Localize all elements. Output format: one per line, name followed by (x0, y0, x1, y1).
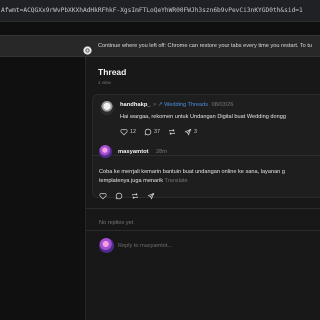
reply-actions (99, 192, 163, 200)
post-username[interactable]: handhakp_ (120, 102, 151, 108)
chrome-icon (83, 42, 92, 55)
reply-text-line2: templatenya juga menarik Translate (99, 178, 188, 184)
composer-divider (86, 230, 320, 231)
reply-username[interactable]: masyamtot (118, 149, 149, 155)
repost-icon (169, 129, 175, 135)
composer-avatar (99, 238, 114, 253)
post-actions: 12 37 3 (120, 128, 205, 136)
share-button[interactable]: 3 (184, 128, 197, 136)
share-icon (184, 128, 192, 136)
reply-text-line1: Coba ke merrjali kemarin bantuin buat un… (99, 169, 285, 175)
post-date: 08/03/26 (211, 102, 234, 108)
restore-message: Continue where you left off: Chrome can … (98, 43, 313, 49)
topic-arrow-icon: ↗ (157, 102, 163, 108)
reply-time: 28m (156, 149, 167, 155)
share-count: 3 (194, 129, 197, 135)
topic-separator: > (153, 102, 157, 108)
share-icon (147, 192, 155, 200)
post-text: Hai wargaa, rekomen untuk Undangan Digit… (120, 114, 286, 120)
reply-avatar[interactable] (99, 145, 112, 158)
reply-like-button[interactable] (99, 192, 107, 200)
translate-link[interactable]: Translate (165, 178, 188, 184)
heart-icon (99, 193, 107, 200)
address-bar[interactable]: Afwmt=ACQGXx9rWvPbXKXhAdHkRFhkF-XgsImFTL… (0, 0, 320, 22)
reply-divider (86, 208, 320, 209)
heart-icon (120, 129, 128, 136)
url-text[interactable]: Afwmt=ACQGXx9rWvPbXKXhAdHkRFhkF-XgsImFTL… (1, 7, 319, 14)
like-count: 12 (130, 129, 136, 135)
comment-icon (144, 128, 152, 136)
reply-composer-input[interactable] (118, 241, 318, 250)
no-replies-text: No replies yet (99, 220, 134, 226)
comment-icon (115, 192, 123, 200)
post-divider (93, 155, 320, 156)
reply-share-button[interactable] (147, 192, 155, 200)
thread-panel: Thread 1 view handhakp_ > ↗ Wedding Thre… (85, 57, 320, 320)
comment-button[interactable]: 37 (144, 128, 160, 136)
repost-icon (132, 193, 138, 199)
topic-link[interactable]: Wedding Threads (164, 102, 208, 108)
restore-tabs-infobar: Continue where you left off: Chrome can … (0, 35, 320, 57)
page-title: Thread (98, 67, 127, 77)
post-meta: > ↗ Wedding Threads 08/03/26 (153, 102, 233, 108)
reply-count: 37 (154, 129, 160, 135)
repost-button[interactable] (168, 128, 176, 136)
reply-comment-button[interactable] (115, 192, 123, 200)
reply-text-line2-content: templatenya juga menarik (99, 178, 164, 184)
reply-repost-button[interactable] (131, 192, 139, 200)
view-count: 1 view (98, 80, 111, 85)
like-button[interactable]: 12 (120, 128, 136, 136)
avatar[interactable] (100, 101, 114, 115)
